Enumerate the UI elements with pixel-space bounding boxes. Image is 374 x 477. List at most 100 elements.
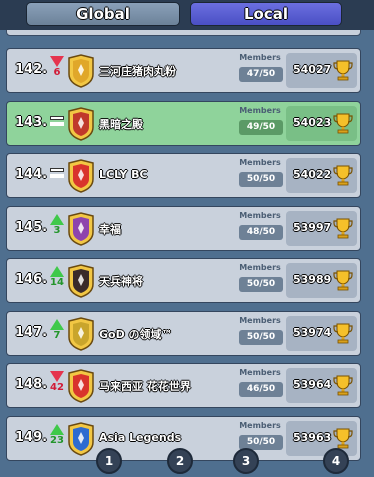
members-label: Members <box>239 53 281 62</box>
clan-row[interactable]: 145. 3 幸福 Members 48/50 53997 <box>6 205 361 251</box>
clan-row[interactable]: 147. 7 GoD の领域™ Members 50/50 53974 <box>6 310 361 356</box>
trophy-count: 53974 <box>293 325 332 339</box>
rank-change: 7 <box>53 329 61 341</box>
rank-down-icon <box>50 371 64 382</box>
members-label: Members <box>239 105 281 115</box>
rank-change: 14 <box>50 277 64 288</box>
clan-name: 天兵神将 <box>99 275 143 288</box>
clan-name: 黑暗之殿 <box>99 117 143 131</box>
members-count: 46/50 <box>239 382 283 397</box>
rank-change-indicator: 23 <box>50 423 64 454</box>
rank-change-indicator: 3 <box>50 213 64 244</box>
rank-change-indicator: 42 <box>50 371 64 401</box>
trophy-icon <box>333 428 353 448</box>
trophy-box: 53997 <box>286 210 357 246</box>
rank-change-indicator <box>50 161 64 191</box>
members-label: Members <box>239 368 281 377</box>
list-item <box>6 30 361 36</box>
clan-badge-icon <box>68 106 94 141</box>
trophy-icon <box>333 165 353 186</box>
members-label: Members <box>239 263 281 272</box>
clan-name: 幸福 <box>99 222 121 236</box>
rank-number: 145. <box>15 219 48 235</box>
rank-same-icon <box>50 115 64 120</box>
trophy-box: 53974 <box>286 315 357 351</box>
rank-change: 6 <box>53 67 61 78</box>
members-count: 47/50 <box>239 67 283 82</box>
rank-change-indicator: 7 <box>50 318 64 349</box>
trophy-icon <box>333 270 353 291</box>
rank-up-icon <box>50 266 64 277</box>
trophy-box: 54027 <box>286 53 357 88</box>
trophy-icon <box>333 375 353 396</box>
trophy-box: 53964 <box>286 368 357 403</box>
tab-global[interactable]: Global <box>26 2 180 26</box>
members-count: 48/50 <box>239 224 283 240</box>
clan-row[interactable]: 148. 42 马来西亚 花花世界 Members 46/50 53964 <box>6 363 361 408</box>
rank-up-icon <box>50 213 64 225</box>
rank-number: 148. <box>15 377 48 392</box>
rank-number: 146. <box>15 272 48 287</box>
rank-up-icon <box>50 423 64 435</box>
tab-bar: Global Local <box>0 0 374 30</box>
rank-change-indicator: 14 <box>50 266 64 296</box>
clan-badge-icon <box>68 211 94 246</box>
rank-change: 23 <box>50 434 64 446</box>
trophy-box: 54023 <box>286 105 357 141</box>
trophy-count: 53989 <box>293 273 332 286</box>
members-label: Members <box>239 315 281 325</box>
trophy-icon <box>333 323 353 343</box>
clan-badge-icon <box>68 421 94 456</box>
rank-change-indicator: 6 <box>50 56 64 86</box>
clan-badge-icon <box>68 159 94 193</box>
trophy-icon <box>333 60 353 81</box>
rank-change: 42 <box>50 382 64 393</box>
rank-number: 149. <box>15 429 48 445</box>
trophy-count: 54022 <box>293 168 332 181</box>
trophy-count: 54023 <box>293 115 332 129</box>
rank-number: 143. <box>15 114 48 130</box>
rank-up-icon <box>50 318 64 330</box>
pager-2[interactable]: 2 <box>167 448 193 474</box>
tab-local[interactable]: Local <box>190 2 342 26</box>
clan-leaderboard-list[interactable]: 142. 6 三河庄猪肉丸粉 Members 47/50 54027 143. 黑暗之殿 Mem… <box>0 30 374 477</box>
clan-badge-icon <box>68 54 94 88</box>
rank-change: 3 <box>53 224 61 236</box>
trophy-count: 53963 <box>293 430 332 444</box>
clan-row[interactable]: 143. 黑暗之殿 Members 49/50 54023 <box>6 100 361 146</box>
trophy-count: 53964 <box>293 378 332 391</box>
trophy-count: 53997 <box>293 220 332 234</box>
clan-badge-icon <box>68 264 94 298</box>
rank-same-icon <box>50 168 64 172</box>
trophy-box: 53963 <box>286 420 357 456</box>
rank-change-indicator <box>50 109 64 139</box>
pager-1[interactable]: 1 <box>96 448 122 474</box>
members-count: 50/50 <box>239 277 283 292</box>
rank-number: 144. <box>15 167 48 182</box>
members-label: Members <box>239 420 281 430</box>
rank-down-icon <box>50 56 64 67</box>
members-count: 50/50 <box>239 172 283 187</box>
rank-number: 142. <box>15 62 48 77</box>
pager-3[interactable]: 3 <box>233 448 259 474</box>
clan-row[interactable]: 146. 14 天兵神将 Members 50/50 53989 <box>6 258 361 303</box>
trophy-count: 54027 <box>293 63 332 76</box>
clan-row[interactable]: 144. LCLY BC Members 50/50 54022 <box>6 153 361 198</box>
rank-number: 147. <box>15 324 48 340</box>
clan-name: LCLY BC <box>99 168 148 181</box>
members-count: 50/50 <box>239 329 283 345</box>
clan-name: Asia Legends <box>99 430 182 444</box>
clan-badge-icon <box>68 369 94 403</box>
clan-row[interactable]: 142. 6 三河庄猪肉丸粉 Members 47/50 54027 <box>6 48 361 93</box>
clan-name: 马来西亚 花花世界 <box>99 380 191 393</box>
clan-badge-icon <box>68 316 94 351</box>
clan-name: 三河庄猪肉丸粉 <box>99 65 176 78</box>
members-label: Members <box>239 158 281 167</box>
trophy-icon <box>333 218 353 238</box>
pager-4[interactable]: 4 <box>323 448 349 474</box>
members-label: Members <box>239 210 281 220</box>
trophy-box: 53989 <box>286 263 357 298</box>
members-count: 49/50 <box>239 119 283 135</box>
trophy-icon <box>333 113 353 133</box>
trophy-box: 54022 <box>286 158 357 193</box>
